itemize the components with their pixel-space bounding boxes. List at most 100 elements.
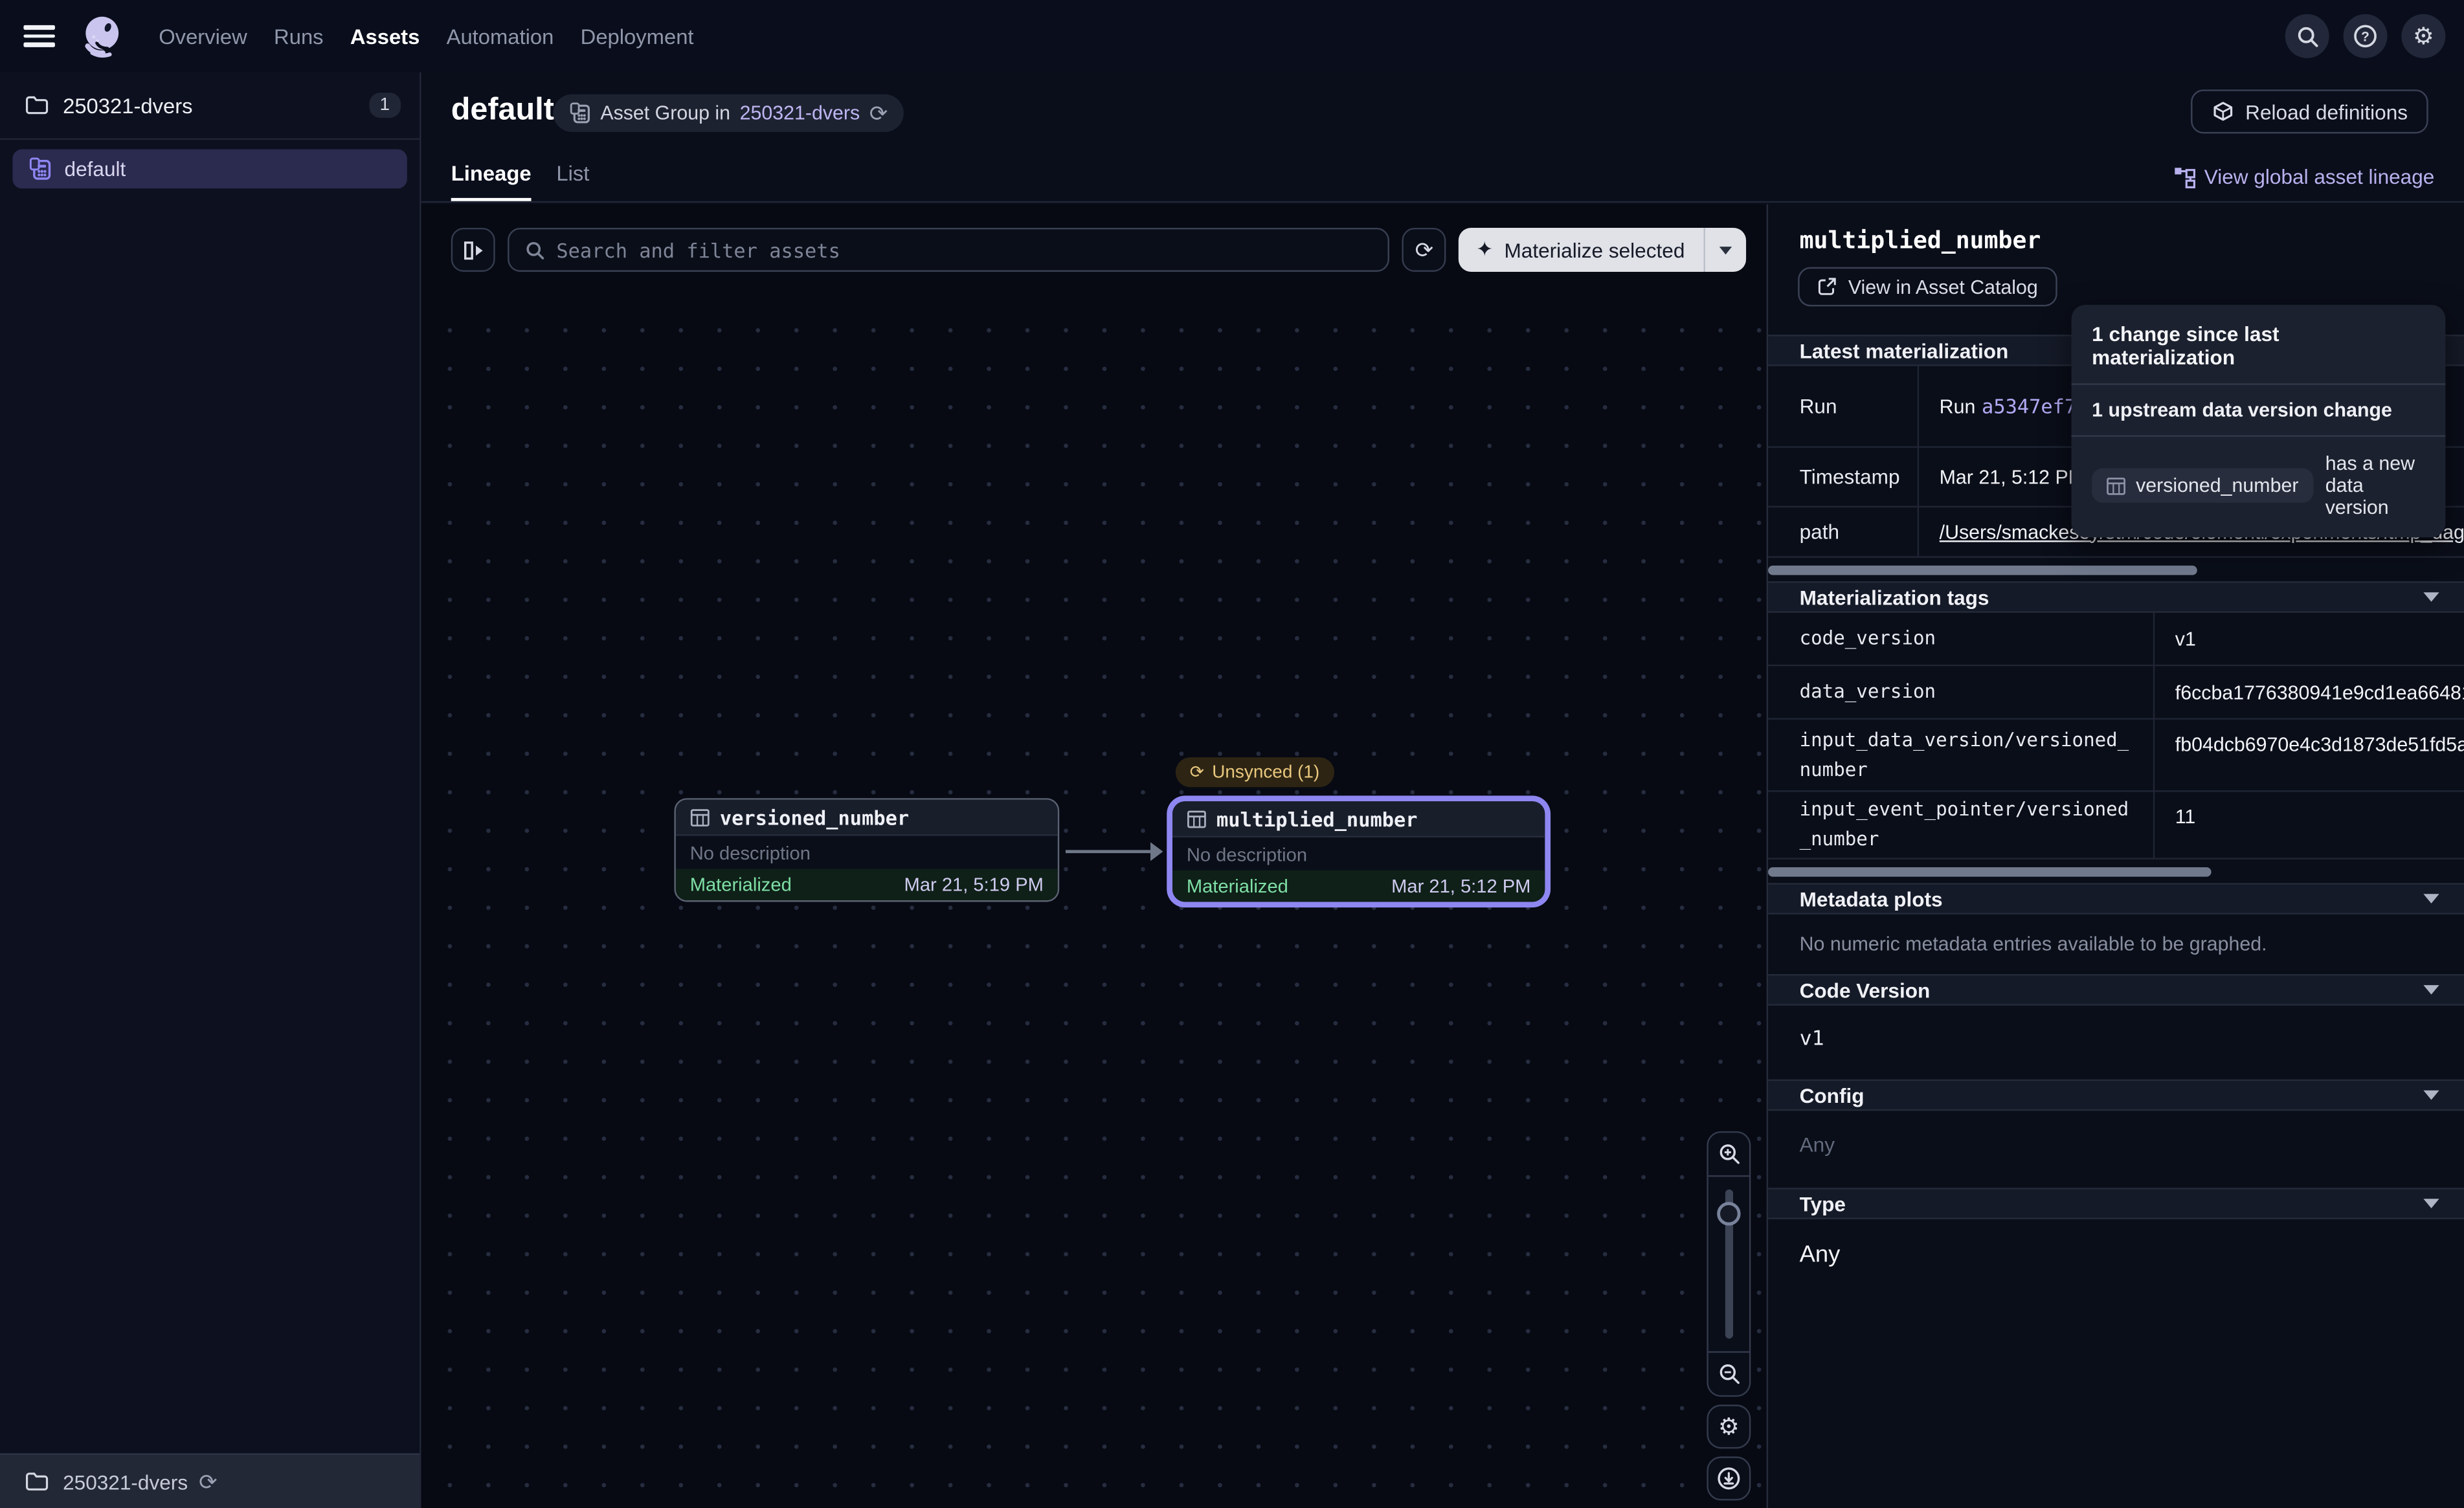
search-icon [2296,25,2319,48]
zoom-out-button[interactable] [1708,1351,1749,1395]
tag-key: input_event_pointer/versioned_number [1768,792,2155,859]
sidebar-group-count-badge: 1 [368,93,401,118]
node-unsynced-badge[interactable]: ⟳ Unsynced (1) [1176,757,1334,787]
popup-message: has a new data version [2325,452,2425,518]
chevron-down-icon[interactable] [2423,1199,2439,1208]
nav-item-assets[interactable]: Assets [350,25,420,48]
chevron-down-icon[interactable] [2423,1091,2439,1100]
sidebar-footer-label: 250321-dvers [63,1470,188,1493]
app-window: Overview Runs Assets Automation Deployme… [0,0,2464,1508]
refresh-icon[interactable]: ⟳ [869,102,888,124]
lineage-toolbar: ⟳ ✦ Materialize selected [451,228,1746,272]
dagster-logo-icon [77,12,126,60]
table-icon [1187,808,1207,829]
top-nav-actions: ? ⚙ [2285,14,2446,58]
nav-item-deployment[interactable]: Deployment [581,25,694,48]
section-label: Latest materialization [1800,338,2009,362]
settings-button[interactable]: ⚙ [2401,14,2445,58]
download-graph-button[interactable] [1707,1456,1751,1500]
refresh-icon[interactable]: ⟳ [199,1470,217,1492]
materialize-dropdown-toggle[interactable] [1704,228,1747,272]
section-label: Config [1800,1083,1865,1107]
view-global-asset-lineage-link[interactable]: View global asset lineage [2173,165,2434,188]
expand-sidebar-button[interactable] [451,228,495,272]
zoom-controls [1707,1131,1751,1397]
sidebar-footer-code-location[interactable]: 250321-dvers ⟳ [0,1454,420,1508]
section-label: Metadata plots [1800,887,1943,910]
section-label: Type [1800,1192,1846,1215]
asset-node-timestamp: Mar 21, 5:19 PM [904,874,1044,896]
materialize-selected-label: Materialize selected [1504,238,1685,261]
view-in-asset-catalog-button[interactable]: View in Asset Catalog [1798,267,2057,307]
tab-list[interactable]: List [556,162,589,201]
asset-details-panel: multiplied_number View in Asset Catalog … [1767,205,2464,1508]
zoom-slider-thumb[interactable] [1717,1202,1740,1225]
materialize-selected-button[interactable]: ✦ Materialize selected [1459,228,1746,272]
tab-lineage[interactable]: Lineage [451,162,532,201]
sidebar-item-default[interactable]: default [12,150,407,189]
config-value: Any [1768,1111,2464,1188]
tag-key: code_version [1768,613,2155,667]
chevron-down-icon[interactable] [2423,592,2439,602]
tag-key: input_data_version/versioned_number [1768,720,2155,792]
folder-icon [25,94,49,116]
row-key-timestamp: Timestamp [1768,448,1919,507]
materialization-tags-table: code_version v1 data_version f6ccba17763… [1768,613,2464,859]
table-icon [2106,475,2127,496]
help-icon: ? [2353,23,2378,49]
section-label: Code Version [1800,978,1931,1001]
run-id-link[interactable]: a5347ef7 [1982,394,2076,417]
nav-item-runs[interactable]: Runs [274,25,324,48]
chevron-down-icon[interactable] [2423,985,2439,995]
nav-item-automation[interactable]: Automation [447,25,554,48]
tag-value: 11 [2155,792,2464,859]
asset-link-pill[interactable]: versioned_number [2092,468,2313,502]
section-header-metadata-plots[interactable]: Metadata plots [1768,883,2464,915]
lineage-edge [1066,850,1154,853]
nav-item-overview[interactable]: Overview [159,25,247,48]
asset-search-box [508,228,1389,272]
horizontal-scrollbar[interactable] [1768,867,2212,877]
graph-settings-button[interactable]: ⚙ [1707,1404,1751,1448]
svg-text:?: ? [2361,30,2369,45]
tag-value: fb04dcb6970e4c3d1873de51fd5a5 [2155,720,2464,792]
timestamp-value: Mar 21, 5:12 PM [1940,466,2085,488]
row-key-run: Run [1768,366,1919,448]
top-nav: Overview Runs Assets Automation Deployme… [0,0,2464,72]
zoom-in-button[interactable] [1708,1133,1749,1177]
lineage-canvas[interactable]: ⟳ ✦ Materialize selected ⟳ Unsynced ( [421,205,1767,1508]
search-input[interactable] [556,238,1372,261]
canvas-dot-grid [421,295,1767,1508]
asset-node-status: Materialized [690,874,792,896]
asset-node-timestamp: Mar 21, 5:12 PM [1391,875,1530,897]
reload-definitions-button[interactable]: Reload definitions [2190,89,2428,133]
folder-icon [25,1470,49,1492]
horizontal-scrollbar[interactable] [1768,566,2197,575]
search-button[interactable] [2285,14,2329,58]
asset-group-badge[interactable]: Asset Group in 250321-dvers ⟳ [554,94,904,132]
expand-panel-icon [462,238,485,261]
gear-icon: ⚙ [1718,1412,1740,1441]
asset-node-multiplied-number[interactable]: multiplied_number No description Materia… [1169,798,1548,905]
tag-value: v1 [2155,613,2464,667]
section-header-materialization-tags[interactable]: Materialization tags [1768,581,2464,613]
page-header: default Asset Group in 250321-dvers ⟳ [421,72,2464,203]
row-key-path: path [1768,507,1919,558]
hamburger-menu-icon[interactable] [23,25,55,47]
help-button[interactable]: ? [2344,14,2388,58]
code-version-value: v1 [1768,1006,2464,1080]
chevron-down-icon[interactable] [2423,894,2439,904]
section-header-config[interactable]: Config [1768,1080,2464,1111]
refresh-graph-button[interactable]: ⟳ [1402,228,1446,272]
sidebar-group-row[interactable]: 250321-dvers 1 [0,72,420,140]
asset-node-versioned-number[interactable]: versioned_number No description Material… [674,798,1059,902]
section-header-code-version[interactable]: Code Version [1768,974,2464,1006]
asset-node-description: No description [1172,837,1545,870]
zoom-slider[interactable] [1708,1177,1749,1351]
section-header-type[interactable]: Type [1768,1188,2464,1219]
asset-link-label: versioned_number [2136,474,2298,496]
badge-group-link[interactable]: 250321-dvers [740,102,860,124]
asset-group-icon [569,102,591,124]
zoom-in-icon [1717,1142,1740,1166]
search-icon [525,239,546,260]
